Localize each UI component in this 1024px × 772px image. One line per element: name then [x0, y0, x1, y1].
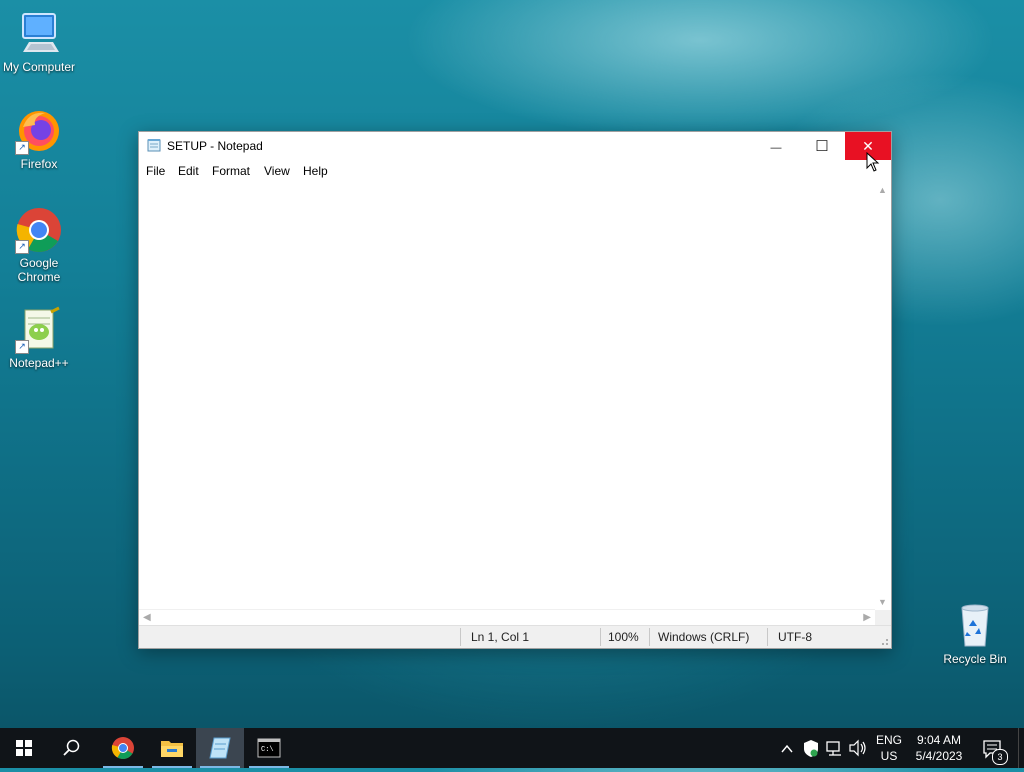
clock[interactable]: 9:04 AM 5/4/2023 — [910, 732, 968, 772]
notepad-icon — [209, 737, 231, 759]
taskbar-file-explorer[interactable] — [148, 728, 196, 768]
desktop-icon-notepad-plus-plus[interactable]: ↗ Notepad++ — [0, 306, 79, 370]
window-title: SETUP - Notepad — [167, 139, 263, 153]
search-button[interactable] — [48, 728, 96, 768]
maximize-icon: ☐ — [815, 138, 829, 155]
vertical-scrollbar[interactable]: ▲ ▼ — [875, 182, 891, 610]
status-cursor-position: Ln 1, Col 1 — [471, 630, 530, 644]
menu-view[interactable]: View — [264, 164, 290, 178]
taskbar-terminal[interactable]: C:\ — [245, 728, 293, 768]
desktop-icon-label: Notepad++ — [9, 356, 69, 370]
status-encoding: UTF-8 — [778, 630, 812, 644]
clock-date: 5/4/2023 — [915, 749, 963, 763]
notification-center-button[interactable]: 3 — [978, 728, 1008, 768]
desktop-icon-label: Firefox — [20, 157, 58, 171]
language-indicator[interactable]: ENG US — [872, 732, 906, 772]
svg-text:C:\: C:\ — [261, 746, 274, 754]
desktop-icon-my-computer[interactable]: My Computer — [0, 10, 79, 74]
shortcut-arrow-icon: ↗ — [15, 141, 29, 155]
mouse-cursor-icon — [866, 152, 880, 172]
status-zoom: 100% — [608, 630, 639, 644]
desktop-icon-label: My Computer — [2, 60, 76, 74]
desktop-icon-recycle-bin[interactable]: Recycle Bin — [935, 602, 1015, 666]
minimize-button[interactable]: — — [753, 132, 799, 160]
terminal-icon: C:\ — [257, 738, 281, 758]
menu-help[interactable]: Help — [303, 164, 328, 178]
desktop-icon-google-chrome[interactable]: ↗ Google Chrome — [0, 206, 79, 284]
region-code: US — [880, 749, 898, 763]
firefox-icon: ↗ — [15, 107, 63, 155]
notepad-plus-plus-icon: ↗ — [15, 306, 63, 354]
notification-count-badge: 3 — [992, 749, 1008, 765]
scroll-right-icon[interactable]: ▶ — [863, 612, 871, 623]
taskbar-chrome[interactable] — [99, 728, 147, 768]
horizontal-scrollbar[interactable]: ◀ ▶ — [139, 609, 875, 626]
chrome-icon — [111, 737, 134, 759]
volume-icon[interactable] — [848, 728, 868, 768]
menu-bar: File Edit Format View Help — [139, 160, 891, 182]
minimize-icon: — — [770, 142, 782, 154]
shortcut-arrow-icon: ↗ — [15, 340, 29, 354]
show-hidden-icons-icon[interactable] — [780, 728, 794, 768]
taskbar-notepad[interactable] — [196, 728, 244, 768]
status-line-ending: Windows (CRLF) — [658, 630, 750, 644]
window-titlebar[interactable]: SETUP - Notepad — ☐ ✕ — [139, 132, 891, 160]
notepad-icon — [147, 139, 161, 152]
chrome-icon: ↗ — [15, 206, 63, 254]
maximize-button[interactable]: ☐ — [799, 132, 845, 160]
monitor-icon — [15, 10, 63, 58]
notepad-window: SETUP - Notepad — ☐ ✕ File Edit Format V… — [138, 131, 892, 649]
status-bar: Ln 1, Col 1 100% Windows (CRLF) UTF-8 — [139, 625, 891, 648]
scroll-down-icon[interactable]: ▼ — [878, 597, 887, 607]
menu-format[interactable]: Format — [212, 164, 250, 178]
desktop-icon-label: Recycle Bin — [943, 652, 1007, 666]
search-icon — [63, 739, 80, 756]
desktop-icon-label: Google Chrome — [17, 256, 61, 284]
start-icon — [16, 740, 32, 756]
clock-time: 9:04 AM — [916, 733, 962, 747]
resize-grip-icon[interactable] — [879, 636, 889, 646]
network-icon[interactable] — [825, 728, 845, 768]
menu-file[interactable]: File — [146, 164, 165, 178]
text-editor-area[interactable] — [139, 182, 875, 610]
start-button[interactable] — [0, 728, 48, 768]
scroll-left-icon[interactable]: ◀ — [143, 612, 151, 623]
show-desktop-button[interactable] — [1018, 728, 1024, 768]
taskbar: C:\ ENG US 9:04 AM 5/4/2023 3 — [0, 728, 1024, 768]
file-explorer-icon — [161, 741, 183, 757]
status-separator — [600, 628, 601, 646]
shortcut-arrow-icon: ↗ — [15, 240, 29, 254]
status-separator — [649, 628, 650, 646]
status-separator — [767, 628, 768, 646]
status-separator — [460, 628, 461, 646]
menu-edit[interactable]: Edit — [178, 164, 199, 178]
security-shield-icon[interactable] — [802, 728, 820, 768]
language-code: ENG — [875, 733, 902, 747]
scroll-up-icon[interactable]: ▲ — [878, 185, 887, 195]
desktop-icon-firefox[interactable]: ↗ Firefox — [0, 107, 79, 171]
recycle-bin-icon — [951, 602, 999, 650]
scrollbar-corner — [875, 610, 891, 626]
